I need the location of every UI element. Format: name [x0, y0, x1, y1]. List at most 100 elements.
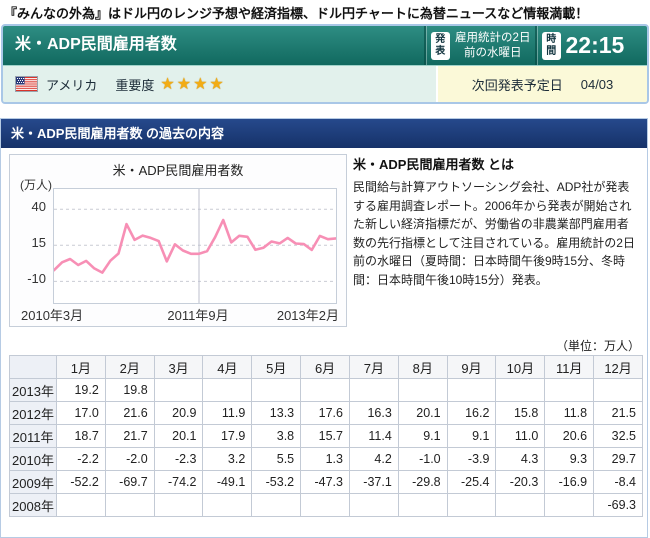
table-row: 2011年18.721.720.117.93.815.711.49.19.111… [10, 425, 643, 448]
indicator-info-row: アメリカ 重要度 ★★★★ 次回発表予定日 04/03 [3, 66, 647, 102]
value-cell [398, 379, 447, 402]
year-cell: 2011年 [10, 425, 57, 448]
value-cell [57, 494, 106, 517]
release-time: 22:15 [566, 32, 625, 59]
value-cell: 11.0 [496, 425, 545, 448]
table-row: 2013年19.219.8 [10, 379, 643, 402]
indicator-description: 米・ADP民間雇用者数 とは 民間給与計算アウトソーシング会社、ADP社が発表す… [353, 154, 638, 290]
value-cell [301, 379, 350, 402]
value-cell: 17.6 [301, 402, 350, 425]
month-header: 9月 [447, 356, 496, 379]
table-row: 2010年-2.2-2.0-2.33.25.51.34.2-1.0-3.94.3… [10, 448, 643, 471]
month-header: 5月 [252, 356, 301, 379]
value-cell [349, 494, 398, 517]
month-header: 2月 [105, 356, 154, 379]
value-cell [105, 494, 154, 517]
country-label: アメリカ [46, 75, 97, 94]
year-cell: 2012年 [10, 402, 57, 425]
announce-timing: 雇用統計の2日前の水曜日 [455, 31, 536, 60]
value-cell: 21.7 [105, 425, 154, 448]
indicator-header: 米・ADP民間雇用者数 発表 雇用統計の2日前の水曜日 時間 22:15 [3, 26, 647, 66]
value-cell: 9.3 [545, 448, 594, 471]
value-cell [203, 494, 252, 517]
table-row: 2012年17.021.620.911.913.317.616.320.116.… [10, 402, 643, 425]
value-cell: 18.7 [57, 425, 106, 448]
value-cell [496, 379, 545, 402]
month-header: 12月 [594, 356, 643, 379]
value-cell: 20.6 [545, 425, 594, 448]
description-body: 民間給与計算アウトソーシング会社、ADP社が発表する雇用調査レポート。2006年… [353, 178, 638, 290]
indicator-widget: 米・ADP民間雇用者数 発表 雇用統計の2日前の水曜日 時間 22:15 [1, 24, 649, 104]
value-cell: 1.3 [301, 448, 350, 471]
value-cell: -16.9 [545, 471, 594, 494]
month-header: 7月 [349, 356, 398, 379]
value-cell: -37.1 [349, 471, 398, 494]
value-cell [154, 379, 203, 402]
table-row: 2009年-52.2-69.7-74.2-49.1-53.2-47.3-37.1… [10, 471, 643, 494]
value-cell [301, 494, 350, 517]
value-cell: 20.1 [154, 425, 203, 448]
next-release: 次回発表予定日 04/03 [436, 66, 647, 102]
month-header: 3月 [154, 356, 203, 379]
history-widget: 米・ADP民間雇用者数 の過去の内容 米・ADP民間雇用者数 (万人) 4015… [0, 118, 648, 538]
value-cell: 21.5 [594, 402, 643, 425]
chart-title: 米・ADP民間雇用者数 [10, 160, 346, 179]
history-content: 米・ADP民間雇用者数 (万人) 4015-10 2010年3月 2011年9月… [1, 148, 647, 537]
value-cell: 17.0 [57, 402, 106, 425]
value-cell: 4.3 [496, 448, 545, 471]
year-cell: 2013年 [10, 379, 57, 402]
value-cell [496, 494, 545, 517]
value-cell: 32.5 [594, 425, 643, 448]
value-cell: -53.2 [252, 471, 301, 494]
chart-x-axis: 2010年3月 2011年9月 2013年2月 [10, 305, 346, 323]
value-cell [594, 379, 643, 402]
value-cell [545, 494, 594, 517]
announce-badge: 発表 [431, 32, 450, 60]
year-cell: 2009年 [10, 471, 57, 494]
country-importance: アメリカ 重要度 ★★★★ [3, 66, 436, 102]
value-cell [349, 379, 398, 402]
year-cell: 2010年 [10, 448, 57, 471]
time-badge: 時間 [542, 32, 561, 60]
y-tick-label: -10 [10, 271, 46, 286]
value-cell [154, 494, 203, 517]
value-cell [447, 379, 496, 402]
value-cell: 21.6 [105, 402, 154, 425]
x-tick-label: 2010年3月 [21, 305, 83, 324]
value-cell: 11.4 [349, 425, 398, 448]
description-title: 米・ADP民間雇用者数 とは [353, 154, 638, 173]
year-cell: 2008年 [10, 494, 57, 517]
month-header: 11月 [545, 356, 594, 379]
value-cell: -52.2 [57, 471, 106, 494]
history-table: 1月2月3月4月5月6月7月8月9月10月11月12月 2013年19.219.… [9, 355, 643, 517]
value-cell: 20.1 [398, 402, 447, 425]
value-cell: -74.2 [154, 471, 203, 494]
value-cell: -3.9 [447, 448, 496, 471]
value-cell: 17.9 [203, 425, 252, 448]
importance-stars: ★★★★ [160, 74, 225, 94]
value-cell: -2.0 [105, 448, 154, 471]
value-cell: -69.7 [105, 471, 154, 494]
month-header: 10月 [496, 356, 545, 379]
us-flag-icon [15, 76, 38, 92]
chart-plot-area [53, 188, 337, 304]
corner-cell [10, 356, 57, 379]
value-cell: 19.8 [105, 379, 154, 402]
value-cell: -1.0 [398, 448, 447, 471]
value-cell: 5.5 [252, 448, 301, 471]
value-cell: -2.3 [154, 448, 203, 471]
table-header-row: 1月2月3月4月5月6月7月8月9月10月11月12月 [10, 356, 643, 379]
y-tick-label: 40 [10, 199, 46, 214]
month-header: 6月 [301, 356, 350, 379]
month-header: 1月 [57, 356, 106, 379]
value-cell: 16.3 [349, 402, 398, 425]
value-cell: 3.2 [203, 448, 252, 471]
chart-line-svg [54, 189, 336, 303]
indicator-title: 米・ADP民間雇用者数 [3, 26, 424, 65]
next-release-label: 次回発表予定日 [472, 75, 563, 94]
value-cell: 13.3 [252, 402, 301, 425]
value-cell: -20.3 [496, 471, 545, 494]
value-cell: 4.2 [349, 448, 398, 471]
value-cell: -47.3 [301, 471, 350, 494]
history-chart: 米・ADP民間雇用者数 (万人) 4015-10 2010年3月 2011年9月… [9, 154, 347, 327]
